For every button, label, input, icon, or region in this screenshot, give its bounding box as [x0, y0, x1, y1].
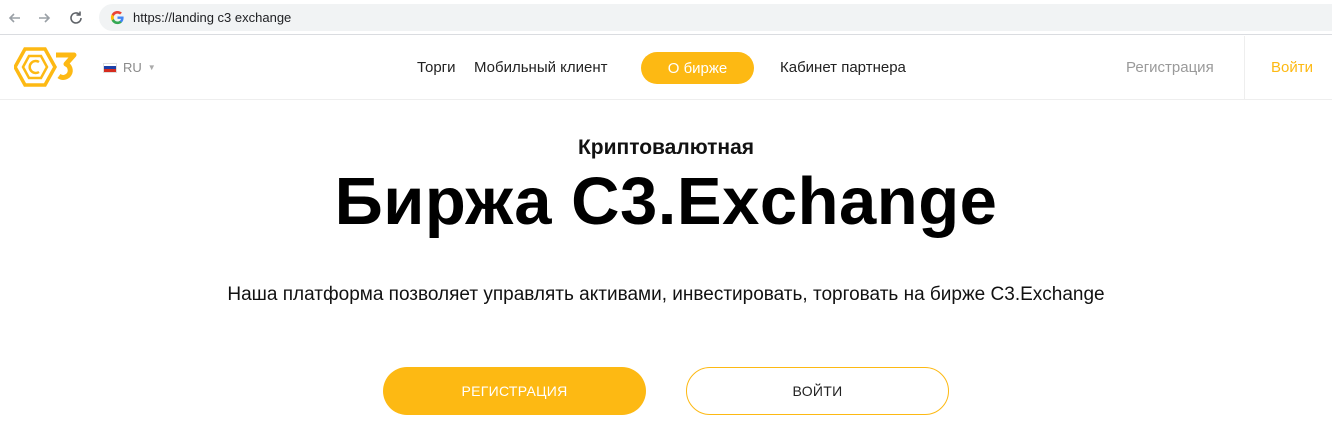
- header-login-link[interactable]: Войти: [1271, 59, 1313, 76]
- register-button[interactable]: РЕГИСТРАЦИЯ: [383, 367, 646, 415]
- site-header: RU ▼ Торги Мобильный клиент О бирже Каби…: [0, 36, 1332, 100]
- c3-logo-icon[interactable]: [14, 47, 80, 87]
- russia-flag-icon: [103, 62, 117, 73]
- nav-trade[interactable]: Торги: [417, 59, 456, 76]
- hero-description: Наша платформа позволяет управлять актив…: [227, 284, 1105, 305]
- language-selector[interactable]: RU ▼: [103, 60, 156, 75]
- reload-button[interactable]: [64, 6, 88, 30]
- back-button[interactable]: [3, 6, 27, 30]
- login-button[interactable]: ВОЙТИ: [686, 367, 949, 415]
- header-register-link[interactable]: Регистрация: [1126, 59, 1214, 76]
- nav-about[interactable]: О бирже: [641, 52, 754, 84]
- address-bar[interactable]: https://landing c3 exchange: [99, 4, 1332, 31]
- google-g-icon: [110, 10, 124, 25]
- language-label: RU: [123, 60, 142, 75]
- nav-partner-cabinet[interactable]: Кабинет партнера: [780, 59, 906, 76]
- reload-icon: [70, 11, 82, 24]
- nav-mobile-client[interactable]: Мобильный клиент: [474, 59, 608, 76]
- arrow-left-icon: [8, 13, 20, 23]
- caret-down-icon: ▼: [147, 63, 156, 72]
- hero-subtitle: Криптовалютная: [577, 136, 755, 159]
- header-divider: [1244, 36, 1245, 100]
- forward-button[interactable]: [32, 6, 56, 30]
- url-text: https://landing c3 exchange: [133, 10, 292, 25]
- browser-toolbar: https://landing c3 exchange: [0, 0, 1332, 35]
- arrow-right-icon: [39, 13, 51, 23]
- hero-title: Биржа C3.Exchange: [334, 164, 998, 239]
